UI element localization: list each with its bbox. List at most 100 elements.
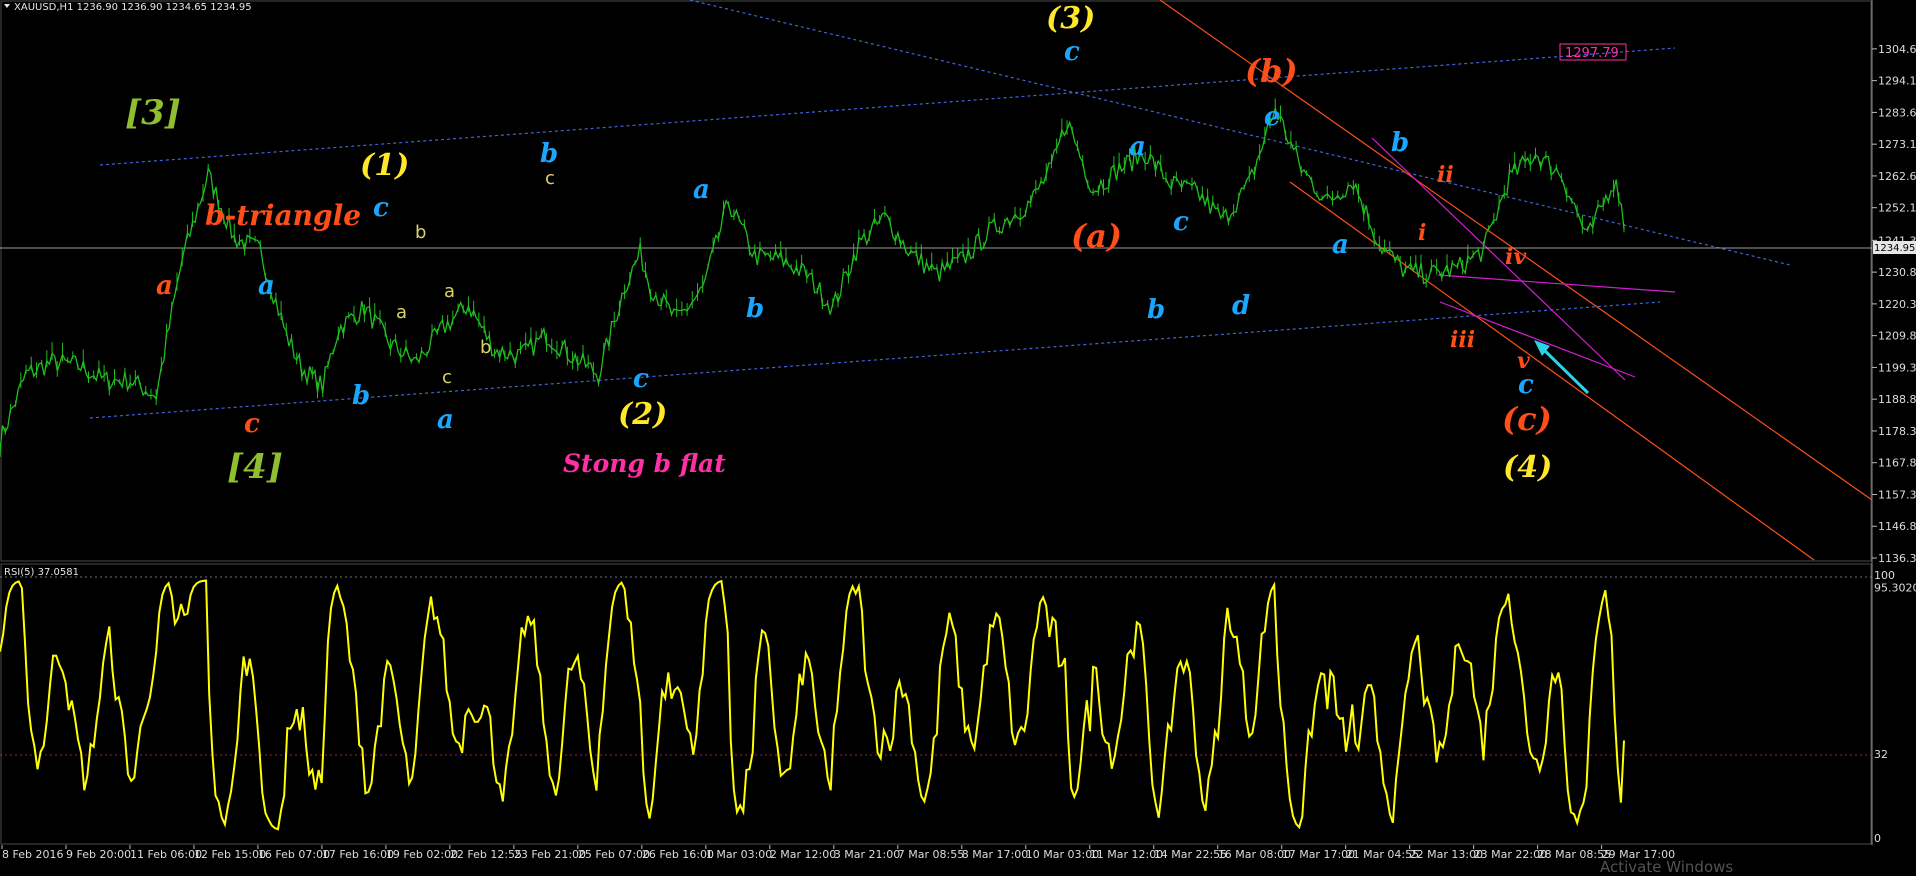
label-wave-3-bracket: [3] [125, 93, 181, 133]
time-tick-label: 16 Feb 07:00 [258, 848, 330, 861]
time-tick-label: 17 Feb 16:00 [322, 848, 394, 861]
label-blue-c-4: c [1173, 207, 1189, 237]
label-orange-ii: ii [1437, 162, 1454, 188]
label-blue-d: d [1232, 291, 1250, 321]
time-tick-label: 23 Feb 21:00 [514, 848, 586, 861]
time-tick-label: 25 Feb 07:00 [578, 848, 650, 861]
header-arrow-icon [4, 4, 10, 8]
rsi-tick-label: 100 [1874, 569, 1895, 582]
label-blue-b-3: b [746, 294, 764, 324]
label-blue-a-2: a [437, 405, 454, 435]
time-tick-label: 7 Mar 08:55 [898, 848, 964, 861]
label-wave-3: (3) [1046, 1, 1095, 36]
label-blue-c-3: c [1064, 37, 1080, 67]
trendline-drawings [0, 0, 1873, 756]
time-tick-label: 22 Feb 12:55 [450, 848, 522, 861]
price-tick-label: 1283.60 [1878, 106, 1916, 119]
activate-windows-watermark: Activate Windows [1600, 858, 1733, 872]
price-tick-label: 1209.80 [1878, 330, 1916, 343]
price-axis-ticks: 1304.60 1294.10 1283.60 1273.10 1262.60 1252.… [1872, 43, 1916, 565]
price-tick-label: 1294.10 [1878, 75, 1916, 88]
time-tick-label: 17 Mar 17:00 [1282, 848, 1355, 861]
time-tick-label: 10 Mar 03:00 [1026, 848, 1099, 861]
label-small-c-1: c [442, 367, 452, 388]
label-blue-b-5: b [1391, 128, 1409, 158]
time-tick-label: 11 Mar 12:00 [1090, 848, 1163, 861]
time-tick-label: 8 Mar 17:00 [962, 848, 1028, 861]
price-tick-label: 1199.30 [1878, 361, 1916, 374]
time-tick-label: 3 Mar 21:00 [834, 848, 900, 861]
rsi-axis-ticks: 10095.3020 32 0 [1874, 569, 1916, 845]
label-b-triangle: b-triangle [205, 199, 361, 232]
upper-channel-line [99, 47, 1676, 166]
label-strong-b-flat: Stong b flat [563, 449, 726, 478]
price-box-label: 1297.79 [1565, 46, 1619, 61]
label-blue-a-5: a [1332, 230, 1349, 260]
current-price-value: 1234.95 [1874, 243, 1915, 254]
label-blue-c-1: c [373, 193, 389, 223]
magenta-line-1 [1371, 137, 1626, 381]
time-tick-label: 9 Feb 20:00 [66, 848, 131, 861]
label-wave-c-paren: (c) [1502, 400, 1552, 438]
time-tick-label: 2 Mar 12:00 [770, 848, 836, 861]
time-tick-label: 12 Feb 15:00 [194, 848, 266, 861]
label-wave-1: (1) [360, 148, 409, 183]
time-tick-label: 21 Mar 04:55 [1346, 848, 1419, 861]
label-blue-e: e [1264, 102, 1281, 132]
wave-labels: [3] [4] b-triangle Stong b flat (1) (2) … [125, 1, 1552, 487]
price-line [0, 108, 1625, 452]
price-chart[interactable]: 1304.60 1294.10 1283.60 1273.10 1262.60 1252.… [0, 0, 1916, 876]
label-orange-i: i [1418, 220, 1426, 246]
orange-channel-lower [1289, 181, 1815, 561]
label-wave-a-paren: (a) [1071, 217, 1122, 255]
label-blue-b-4: b [1147, 295, 1165, 325]
price-tick-label: 1167.80 [1878, 457, 1916, 470]
price-tick-label: 1262.60 [1878, 170, 1916, 183]
label-wave-b-paren: (b) [1245, 52, 1298, 90]
label-wave-2: (2) [618, 397, 667, 432]
rsi-tick-label: 0 [1874, 832, 1881, 845]
current-price-tag: 1234.95 [1873, 241, 1916, 254]
price-tick-label: 1273.10 [1878, 138, 1916, 151]
time-tick-label: 14 Mar 22:55 [1154, 848, 1227, 861]
rsi-tick-label: 95.3020 [1874, 581, 1916, 594]
price-tick-label: 1304.60 [1878, 43, 1916, 56]
label-small-b-2: b [480, 337, 491, 358]
price-tick-label: 1178.30 [1878, 425, 1916, 438]
price-tick-label: 1252.10 [1878, 202, 1916, 215]
time-tick-label: 22 Mar 13:00 [1410, 848, 1483, 861]
lower-channel-line [89, 301, 1661, 419]
price-tick-label: 1157.30 [1878, 488, 1916, 501]
price-tick-label: 1230.80 [1878, 266, 1916, 279]
label-small-a-2: a [444, 281, 455, 302]
label-blue-a-3: a [693, 175, 710, 205]
price-series [0, 98, 1625, 457]
price-tick-label: 1136.30 [1878, 552, 1916, 565]
label-orange-a: a [156, 271, 173, 301]
price-tick-label: 1220.30 [1878, 298, 1916, 311]
label-blue-c-2: c [633, 364, 649, 394]
label-blue-a-4: a [1129, 132, 1146, 162]
time-tick-label: 1 Mar 03:00 [706, 848, 772, 861]
descending-resistance-line [689, 0, 1791, 266]
time-tick-label: 26 Feb 16:00 [642, 848, 714, 861]
arrow-line [1538, 344, 1590, 395]
label-orange-iii: iii [1450, 327, 1475, 353]
price-tick-label: 1188.80 [1878, 393, 1916, 406]
label-blue-b-2: b [540, 139, 558, 169]
label-orange-c: c [244, 409, 260, 439]
magenta-line-2 [1437, 274, 1676, 293]
time-tick-label: 19 Feb 02:00 [386, 848, 458, 861]
price-box-1297: 1297.79 [1559, 43, 1627, 61]
label-small-c-2: c [545, 168, 555, 189]
label-blue-b-1: b [352, 381, 370, 411]
label-blue-c-5: c [1518, 370, 1534, 400]
label-blue-a-1: a [258, 271, 275, 301]
label-small-a-1: a [396, 302, 407, 323]
rsi-series [0, 579, 1625, 831]
time-tick-label: 11 Feb 06:00 [130, 848, 202, 861]
trading-chart-window: 1304.60 1294.10 1283.60 1273.10 1262.60 1252.… [0, 0, 1916, 876]
symbol-header: XAUUSD,H1 1236.90 1236.90 1234.65 1234.9… [14, 2, 252, 13]
time-tick-label: 8 Feb 2016 [2, 848, 63, 861]
label-wave-4-bracket: [4] [227, 447, 283, 487]
